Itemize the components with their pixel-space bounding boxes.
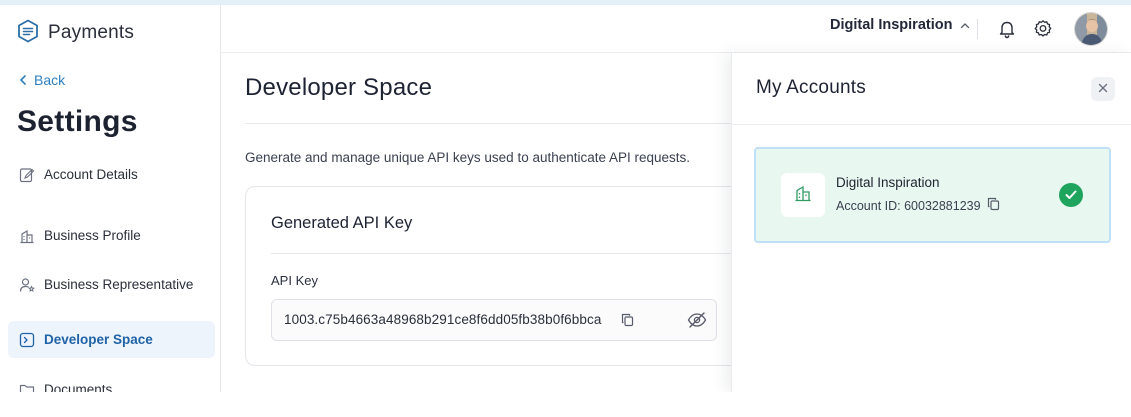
api-key-value[interactable]: 1003.c75b4663a48968b291ce8f6dd05fb38b0f6…	[284, 312, 601, 327]
my-accounts-panel: My Accounts Digital Inspiration Account …	[731, 53, 1131, 392]
sidebar-item-business-representative[interactable]: Business Representative	[8, 266, 215, 303]
sidebar-item-label: Documents	[44, 382, 113, 392]
sidebar-item-documents[interactable]: Documents	[8, 371, 215, 392]
sidebar-item-developer-space[interactable]: Developer Space	[8, 321, 215, 358]
close-button[interactable]	[1091, 77, 1115, 101]
sidebar-item-account-details[interactable]: Account Details	[8, 156, 215, 193]
bell-icon[interactable]	[998, 19, 1016, 44]
edit-icon	[18, 166, 35, 183]
eye-off-icon[interactable]	[687, 311, 707, 334]
gear-icon[interactable]	[1033, 19, 1053, 44]
page-title: Developer Space	[245, 74, 433, 101]
building-icon	[794, 184, 812, 207]
close-icon	[1098, 80, 1108, 98]
divider	[732, 124, 1131, 125]
brand-name: Payments	[48, 22, 135, 43]
sidebar-item-label: Business Profile	[44, 228, 141, 243]
account-id-row: Account ID: 60032881239	[836, 197, 1000, 214]
settings-title: Settings	[17, 105, 138, 138]
sidebar-item-label: Developer Space	[44, 332, 153, 347]
api-key-card: Generated API Key API Key 1003.c75b4663a…	[245, 186, 766, 366]
back-link[interactable]: Back	[19, 72, 65, 88]
chevron-up-icon	[960, 17, 970, 33]
panel-title: My Accounts	[756, 77, 866, 98]
app-window: Payments Back Settings Account Details B…	[0, 0, 1131, 392]
copy-icon[interactable]	[621, 313, 634, 332]
sidebar-item-label: Account Details	[44, 167, 138, 182]
top-header: Digital Inspiration	[221, 5, 1131, 53]
header-divider	[977, 19, 978, 39]
payments-logo-icon	[17, 19, 39, 48]
account-id: Account ID: 60032881239	[836, 198, 981, 213]
api-key-label: API Key	[271, 273, 318, 288]
org-switcher[interactable]: Digital Inspiration	[830, 17, 970, 33]
sidebar: Payments Back Settings Account Details B…	[0, 5, 221, 392]
divider	[245, 123, 731, 124]
sidebar-item-business-profile[interactable]: Business Profile	[8, 217, 215, 254]
main-content: Developer Space Generate and manage uniq…	[221, 53, 766, 392]
building-icon	[18, 227, 35, 244]
check-circle-icon	[1059, 183, 1083, 207]
user-star-icon	[18, 276, 35, 293]
api-key-field[interactable]: 1003.c75b4663a48968b291ce8f6dd05fb38b0f6…	[271, 299, 717, 341]
avatar[interactable]	[1074, 12, 1108, 46]
chevron-left-icon	[19, 72, 27, 88]
terminal-icon	[18, 331, 35, 348]
back-label: Back	[34, 72, 66, 88]
folder-icon	[18, 381, 35, 392]
card-title: Generated API Key	[271, 214, 413, 232]
brand[interactable]: Payments	[17, 17, 134, 49]
org-name: Digital Inspiration	[830, 17, 953, 33]
page-description: Generate and manage unique API keys used…	[245, 150, 691, 165]
copy-icon[interactable]	[987, 197, 1000, 214]
account-name: Digital Inspiration	[836, 175, 940, 190]
account-avatar	[781, 173, 825, 217]
account-card[interactable]: Digital Inspiration Account ID: 60032881…	[754, 147, 1111, 243]
divider	[271, 253, 766, 254]
sidebar-item-label: Business Representative	[44, 277, 194, 292]
